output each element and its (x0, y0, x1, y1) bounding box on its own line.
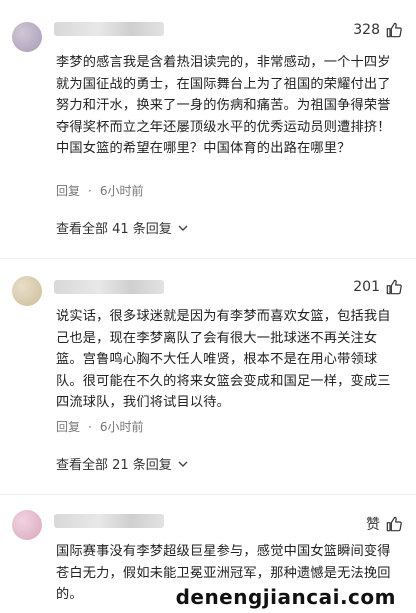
avatar[interactable] (12, 22, 42, 52)
username-blurred[interactable] (54, 280, 164, 294)
thumbs-up-icon (386, 279, 402, 295)
comment-text: 说实话，很多球迷就是因为有李梦而喜欢女篮，包括我自己也是，现在李梦离队了会有很大… (56, 309, 391, 410)
comment-time: 6小时前 (99, 184, 144, 198)
comment-text: 李梦的感言我是含着热泪读完的，非常感动，一个十四岁就为国征战的勇士，在国际舞台上… (56, 55, 391, 156)
reply-button[interactable]: 回复 (56, 184, 80, 198)
thumbs-up-icon (386, 22, 402, 38)
chevron-down-icon (178, 461, 188, 467)
view-replies-label: 查看全部 41 条回复 (56, 222, 172, 237)
comment-meta: 回复 · 6小时前 (56, 184, 144, 198)
like-count: 201 (353, 279, 380, 295)
username-blurred[interactable] (54, 22, 164, 36)
like-button[interactable]: 赞 (366, 514, 402, 534)
like-count: 328 (353, 22, 380, 38)
like-button[interactable]: 201 (353, 279, 402, 295)
comment-time: 6小时前 (99, 420, 144, 434)
view-replies-label: 查看全部 21 条回复 (56, 458, 172, 473)
comment-meta: 回复 · 6小时前 (56, 420, 144, 434)
thumbs-up-icon (386, 516, 402, 532)
like-label: 赞 (366, 517, 380, 533)
watermark: denengjiancai.com (175, 585, 396, 609)
avatar[interactable] (12, 276, 42, 306)
divider (0, 258, 416, 259)
view-replies-button[interactable]: 查看全部 21 条回复 (56, 454, 188, 473)
chevron-down-icon (178, 225, 188, 231)
like-button[interactable]: 328 (353, 22, 402, 38)
avatar[interactable] (12, 510, 42, 540)
username-blurred[interactable] (54, 514, 164, 528)
reply-button[interactable]: 回复 (56, 420, 80, 434)
view-replies-button[interactable]: 查看全部 41 条回复 (56, 218, 188, 237)
divider (0, 494, 416, 495)
